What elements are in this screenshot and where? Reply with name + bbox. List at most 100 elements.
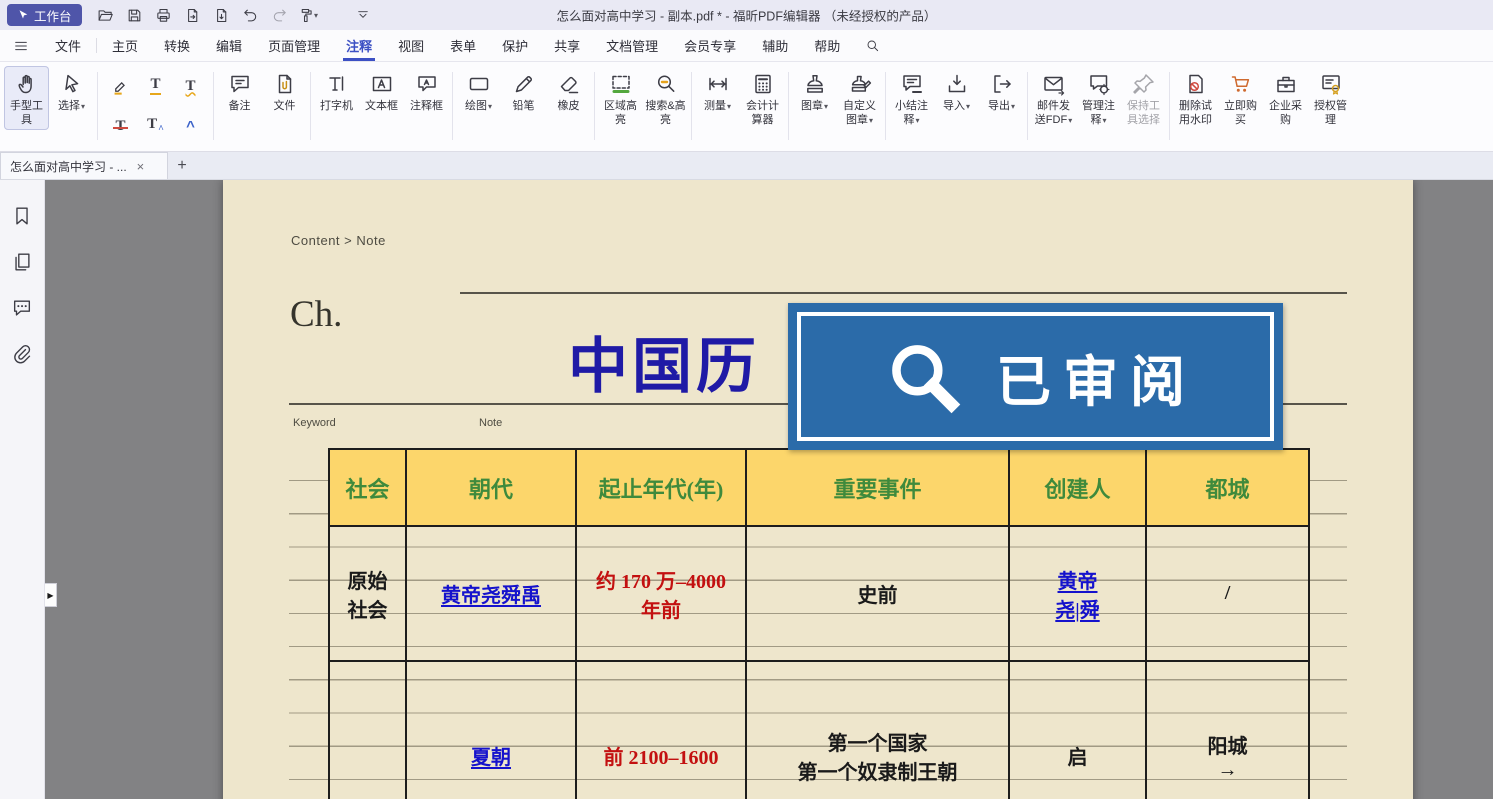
comments-panel-button[interactable] — [8, 294, 36, 322]
tab-label: 怎么面对高中学习 - ... — [10, 158, 127, 175]
dropdown-caret-icon: ▾ — [81, 102, 85, 111]
search-highlight-button[interactable]: 搜索&高亮 — [643, 66, 688, 130]
pencil-button[interactable]: 铅笔 — [501, 66, 546, 115]
document-area[interactable]: Content > Note Ch. 中国历 Keyword Note 社会朝代… — [45, 180, 1493, 799]
table-link[interactable]: 夏朝 — [471, 741, 511, 770]
table-text: 年前 — [641, 594, 681, 623]
summarize-comments-button[interactable]: 小结注释▾ — [889, 66, 934, 130]
menu-item-comment[interactable]: 注释 — [333, 30, 385, 61]
toolbar-label: 邮件发送FDF▾ — [1032, 99, 1075, 128]
menu-item-protect[interactable]: 保护 — [489, 30, 541, 61]
hand-tool-button[interactable]: 手型工具 — [4, 66, 49, 130]
strikeout-button[interactable]: T — [103, 106, 138, 146]
page-thumbnails-button[interactable] — [8, 248, 36, 276]
buy-now-button[interactable]: 立即购买 — [1218, 66, 1263, 130]
document-tab[interactable]: 怎么面对高中学习 - ... × — [0, 152, 168, 179]
bookmarks-button[interactable] — [8, 202, 36, 230]
measure-button[interactable]: 测量▾ — [695, 66, 740, 115]
license-management-button[interactable]: 授权管理 — [1308, 66, 1353, 130]
eraser-button[interactable]: 橡皮 — [546, 66, 591, 115]
toolbar-label: 管理注释▾ — [1077, 99, 1120, 128]
menu-item-edit[interactable]: 编辑 — [203, 30, 255, 61]
select-icon — [60, 72, 84, 96]
menu-item-convert[interactable]: 转换 — [151, 30, 203, 61]
email-fdf-icon — [1042, 72, 1066, 96]
textbox-button[interactable]: 文本框 — [359, 66, 404, 115]
toolbar-separator — [97, 72, 98, 140]
table-link[interactable]: 黄帝尧舜禹 — [441, 579, 541, 608]
table-header-cell: 创建人 — [1009, 449, 1146, 526]
menu-item-member[interactable]: 会员专享 — [671, 30, 749, 61]
stamp-button[interactable]: 图章▾ — [792, 66, 837, 115]
underline-button[interactable]: T — [138, 66, 173, 106]
workbench-button[interactable]: 工作台 — [7, 4, 82, 26]
dropdown-caret-icon: ▾ — [727, 102, 731, 111]
note-button[interactable]: 备注 — [217, 66, 262, 115]
replace-text-button[interactable]: T — [138, 106, 173, 146]
table-cell: 第一个国家第一个奴隶制王朝 — [746, 661, 1009, 799]
open-folder-button[interactable] — [92, 3, 119, 27]
select-tool-button[interactable]: 选择▾ — [49, 66, 94, 115]
table-link[interactable]: 尧|舜 — [1055, 594, 1099, 623]
menu-item-page-manage[interactable]: 页面管理 — [255, 30, 333, 61]
import-comments-button[interactable]: 导入▾ — [934, 66, 979, 115]
toolbar-separator — [310, 72, 311, 140]
toolbar-label: 保持工具选择 — [1122, 99, 1165, 128]
menu-item-doc-manage[interactable]: 文档管理 — [593, 30, 671, 61]
export-comments-button[interactable]: 导出▾ — [979, 66, 1024, 115]
enterprise-icon — [1274, 72, 1298, 96]
collapse-toolbar-button[interactable] — [350, 3, 377, 27]
menu-item-home[interactable]: 主页 — [99, 30, 151, 61]
redo-button — [266, 3, 293, 27]
table-cell — [329, 661, 406, 799]
squiggly-underline-button[interactable]: T — [173, 66, 208, 106]
typewriter-button[interactable]: 打字机 — [314, 66, 359, 115]
undo-button[interactable] — [237, 3, 264, 27]
attach-file-button[interactable]: 文件 — [262, 66, 307, 115]
tab-close-icon[interactable]: × — [137, 159, 145, 174]
menu-item-view[interactable]: 视图 — [385, 30, 437, 61]
export-doc-button[interactable] — [208, 3, 235, 27]
save-button[interactable] — [121, 3, 148, 27]
reviewed-stamp[interactable]: 已审阅 — [788, 303, 1283, 450]
callout-button[interactable]: 注释框 — [404, 66, 449, 115]
toolbar-label: 会计计算器 — [741, 99, 784, 128]
menu-item-assist[interactable]: 辅助 — [749, 30, 801, 61]
remove-trial-watermark-button[interactable]: 删除试用水印 — [1173, 66, 1218, 130]
stamp-text: 已审阅 — [996, 337, 1197, 417]
highlight-button[interactable] — [103, 66, 138, 106]
accounting-calculator-button[interactable]: 会计计算器 — [740, 66, 785, 130]
menu-item-form[interactable]: 表单 — [437, 30, 489, 61]
menu-item-help[interactable]: 帮助 — [801, 30, 853, 61]
toolbar-separator — [213, 72, 214, 140]
print-button[interactable] — [150, 3, 177, 27]
email-fdf-button[interactable]: 邮件发送FDF▾ — [1031, 66, 1076, 130]
hamburger-menu-button[interactable] — [0, 30, 42, 61]
convert-doc-button[interactable] — [179, 3, 206, 27]
new-tab-button[interactable]: + — [168, 152, 196, 179]
custom-stamp-icon — [848, 72, 872, 96]
format-brush-button[interactable]: ▾ — [295, 3, 322, 27]
menu-item-file[interactable]: 文件 — [42, 30, 94, 61]
hamburger-icon — [13, 38, 29, 54]
table-header-cell: 起止年代(年) — [576, 449, 746, 526]
remove-watermark-icon — [1184, 72, 1208, 96]
note-label: Note — [479, 417, 502, 429]
menu-search-button[interactable] — [853, 30, 892, 61]
navigation-sidebar — [0, 180, 45, 799]
attachments-button[interactable] — [8, 340, 36, 368]
enterprise-purchase-button[interactable]: 企业采购 — [1263, 66, 1308, 130]
area-highlight-button[interactable]: 区域高亮 — [598, 66, 643, 130]
menu-item-share[interactable]: 共享 — [541, 30, 593, 61]
drawing-button[interactable]: 绘图▾ — [456, 66, 501, 115]
table-link[interactable]: 黄帝 — [1058, 565, 1098, 594]
manage-comments-button[interactable]: 管理注释▾ — [1076, 66, 1121, 130]
custom-stamp-button[interactable]: 自定义图章▾ — [837, 66, 882, 130]
menu-divider — [96, 38, 97, 53]
document-tabbar: 怎么面对高中学习 - ... × + — [0, 152, 1493, 180]
menubar-items: 文件主页转换编辑页面管理注释视图表单保护共享文档管理会员专享辅助帮助 — [42, 30, 853, 61]
toolbar-label: 绘图▾ — [465, 99, 492, 113]
sidebar-expand-handle[interactable]: ▶ — [45, 583, 57, 607]
insert-text-button[interactable]: ^ — [173, 106, 208, 146]
foxit-cursor-icon — [17, 9, 29, 21]
